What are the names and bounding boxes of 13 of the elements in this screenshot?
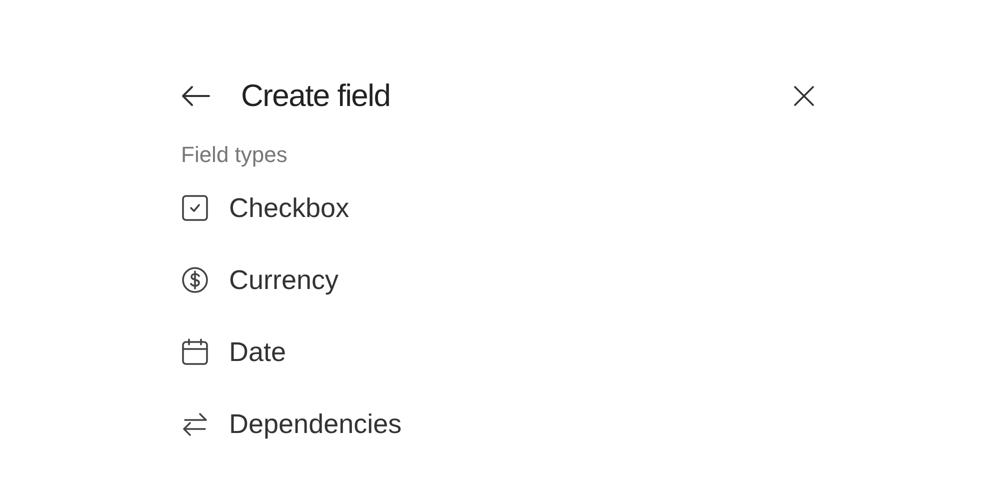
field-type-item[interactable]: Currency xyxy=(181,262,816,298)
section-label: Field types xyxy=(181,141,288,169)
dollar-coin-icon xyxy=(181,266,209,294)
checkbox-icon xyxy=(181,194,209,222)
field-type-item[interactable]: Dependencies xyxy=(181,406,816,442)
back-arrow-icon xyxy=(181,85,211,107)
swap-arrows-icon xyxy=(181,410,209,438)
field-type-item[interactable]: Checkbox xyxy=(181,190,816,226)
calendar-icon xyxy=(181,338,209,366)
field-type-item[interactable]: Date xyxy=(181,334,816,370)
close-icon xyxy=(794,86,814,106)
panel-title: Create field xyxy=(241,76,390,115)
close-button[interactable] xyxy=(792,84,816,108)
